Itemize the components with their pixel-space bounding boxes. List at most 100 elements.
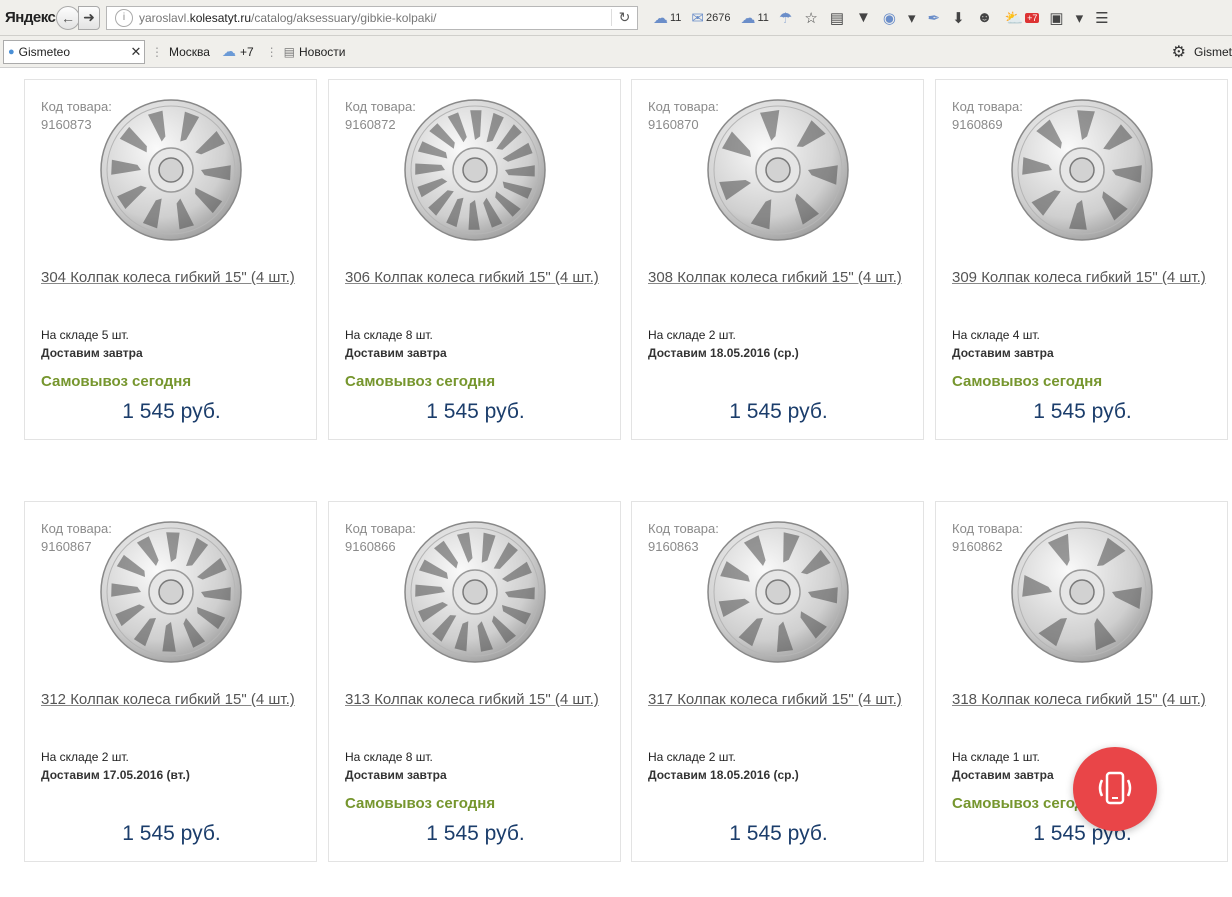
product-code-label: Код товара: [648,99,719,114]
product-card[interactable]: Код товара: 9160873 304 Колпак колеса гибк… [24,79,317,440]
product-card[interactable]: Код товара: 9160870 308 Колпак колеса гибк… [631,79,924,440]
product-card[interactable]: Код товара: 9160872 306 Колпак колеса гибк… [328,79,621,440]
reading-list-button[interactable]: ▤ [825,6,851,30]
hubcap-image [404,99,546,241]
bookmark-star-button[interactable]: ☆ [799,6,824,30]
product-code-label: Код товара: [648,521,719,536]
product-title-link[interactable]: 312 Колпак колеса гибкий 15" (4 шт.) [41,689,311,711]
product-image[interactable] [1006,94,1158,246]
product-image[interactable] [1006,516,1158,668]
info-icon[interactable]: i [115,8,133,27]
product-card[interactable]: Код товара: 9160866 313 Колпак колеса гибк… [328,501,621,862]
url-text[interactable]: yaroslavl.kolesatyt.ru/catalog/aksessuar… [139,11,611,25]
reload-icon[interactable]: ↻ [611,9,637,26]
product-code-label: Код товара: [345,521,416,536]
product-code: 9160862 [952,539,1003,554]
menu-button[interactable]: ☰ [1090,6,1115,30]
tab-gismeteo[interactable]: ● Gismeteo ✕ [3,39,145,64]
address-bar[interactable]: i yaroslavl.kolesatyt.ru/catalog/aksessu… [106,5,638,30]
product-image[interactable] [95,516,247,668]
menu-dropdown-button[interactable]: ▾ [1071,6,1091,30]
bookmark-temp: +7 [239,44,254,59]
hubcap-image [1011,521,1153,663]
extension-button[interactable]: ◉ [878,6,903,30]
product-card[interactable]: Код товара: 9160863 317 Колпак колеса гибк… [631,501,924,862]
weather-badge: +7 [1025,12,1040,23]
disk-counter[interactable]: ☁ 11 [735,6,773,30]
product-price: 1 545 руб. [122,822,221,845]
separator-icon: ⋮ [265,44,278,59]
chevron-down-icon: ▾ [907,9,916,27]
stock-status: На складе 8 шт. [345,750,433,764]
downloads-button[interactable]: ⬇ [947,6,972,30]
bookmark-weather[interactable]: ☁ +7 [216,43,260,60]
pickup-today: Самовывоз сегодня [345,373,496,390]
product-image[interactable] [702,516,854,668]
product-card[interactable]: Код товара: 9160867 312 Колпак колеса гибк… [24,501,317,862]
stock-status: На складе 2 шт. [648,750,736,764]
weather-widget[interactable]: ☂ [774,6,799,30]
pocket-button[interactable]: ▼ [851,6,878,30]
hubcap-image [100,99,242,241]
bookmark-city[interactable]: ⋮ Москва [145,45,216,59]
at-icon: ◉ [882,9,896,27]
feather-icon: ✒ [927,9,941,27]
phone-vibrate-icon [1098,771,1132,805]
settings-area[interactable]: ⚙ Gismet [1172,36,1232,68]
back-button[interactable]: ← [56,5,80,30]
weather-badge-button[interactable]: ⛅ +7 [999,6,1044,30]
url-domain: kolesatyt.ru [189,10,252,25]
cloud-icon: ☁ [740,9,756,27]
yandex-logo[interactable]: Яндекс [0,9,56,26]
close-icon[interactable]: ✕ [128,44,144,60]
droplet-icon: ● [8,45,15,58]
hubcap-image [100,521,242,663]
hamburger-icon: ☰ [1095,9,1109,27]
product-title-link[interactable]: 306 Колпак колеса гибкий 15" (4 шт.) [345,267,615,289]
product-image[interactable] [702,94,854,246]
disk-count: 11 [757,11,769,24]
arrow-left-icon: ← [61,9,75,26]
product-title-link[interactable]: 317 Колпак колеса гибкий 15" (4 шт.) [648,689,918,711]
gear-icon[interactable]: ⚙ [1172,42,1186,62]
bookmark-news[interactable]: ⋮ ▤ Новости [260,45,352,59]
product-image[interactable] [95,94,247,246]
smiley-button[interactable]: ☻ [972,6,1000,30]
cloud-icon: ☁ [221,43,236,59]
hubcap-image [404,521,546,663]
product-code: 9160872 [345,117,396,132]
product-image[interactable] [399,516,551,668]
delivery-info: Доставим 17.05.2016 (вт.) [41,768,190,782]
product-title-link[interactable]: 309 Колпак колеса гибкий 15" (4 шт.) [952,267,1222,289]
callback-button[interactable] [1073,747,1157,831]
product-title-link[interactable]: 318 Колпак колеса гибкий 15" (4 шт.) [952,689,1222,711]
mail-counter[interactable]: ✉ 2676 [686,6,735,30]
feather-button[interactable]: ✒ [922,6,947,30]
tab-title: Gismeteo [18,44,71,59]
cloud-icon: ☁ [653,9,668,27]
media-button[interactable]: ▣ [1044,6,1070,30]
product-image[interactable] [399,94,551,246]
extension-icons: ☁ 11 ✉ 2676 ☁ 11 ☂ ☆ ▤ ▼ ◉ ▾ ✒ ⬇ ☻ ⛅ +7 ▣ ▾ … [648,6,1116,30]
product-title-link[interactable]: 313 Колпак колеса гибкий 15" (4 шт.) [345,689,615,711]
product-card[interactable]: Код товара: 9160869 309 Колпак колеса гибк… [935,79,1228,440]
product-code-label: Код товара: [41,521,112,536]
bookmark-city-label: Москва [169,44,210,59]
product-price: 1 545 руб. [426,400,525,423]
forward-button[interactable]: ➜ [78,5,100,30]
product-code: 9160873 [41,117,92,132]
cloud-counter[interactable]: ☁ 11 [648,6,686,30]
bookmarks-bar: ● Gismeteo ✕ ⋮ Москва ☁ +7 ⋮ ▤ Новости ⚙ Gism… [0,36,1232,68]
browser-toolbar: Яндекс ← ➜ i yaroslavl.kolesatyt.ru/cata… [0,0,1232,36]
dropdown-button[interactable]: ▾ [903,6,923,30]
stock-status: На складе 5 шт. [41,328,129,342]
stock-status: На складе 8 шт. [345,328,433,342]
delivery-info: Доставим 18.05.2016 (ср.) [648,768,799,782]
product-code-label: Код товара: [41,99,112,114]
pickup-today: Самовывоз сегодня [952,373,1103,390]
product-title-link[interactable]: 304 Колпак колеса гибкий 15" (4 шт.) [41,267,311,289]
pickup-today: Самовывоз сегодня [345,795,496,812]
product-title-link[interactable]: 308 Колпак колеса гибкий 15" (4 шт.) [648,267,918,289]
hubcap-image [707,521,849,663]
stock-status: На складе 4 шт. [952,328,1040,342]
